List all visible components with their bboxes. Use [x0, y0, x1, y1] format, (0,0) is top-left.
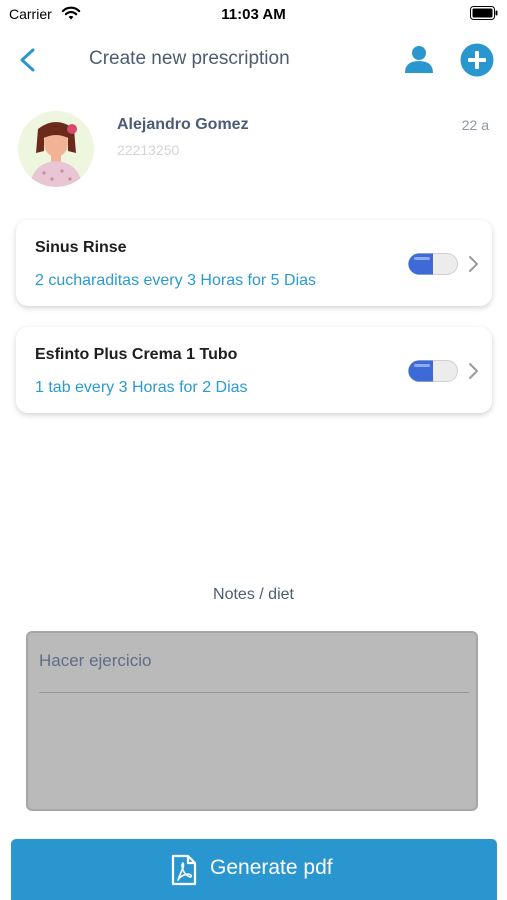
chevron-right-icon	[469, 363, 478, 379]
status-time: 11:03 AM	[221, 6, 286, 23]
back-chevron-icon[interactable]	[14, 44, 42, 76]
pill-icon	[408, 253, 458, 275]
notes-divider	[39, 692, 469, 693]
patient-id: 22213250	[117, 142, 180, 158]
patient-illustration	[30, 122, 82, 187]
notes-text[interactable]: Hacer ejercicio	[39, 651, 469, 671]
notes-label: Notes / diet	[213, 586, 294, 603]
page-title: Create new prescription	[89, 48, 290, 69]
battery-icon	[470, 6, 498, 20]
prescription-name: Sinus Rinse	[35, 239, 127, 256]
prescription-card[interactable]: Esfinto Plus Crema 1 Tubo 1 tab every 3 …	[16, 327, 492, 413]
status-bar: Carrier 11:03 AM	[0, 0, 507, 30]
patient-name: Alejandro Gomez	[117, 116, 249, 133]
prescription-card[interactable]: Sinus Rinse 2 cucharaditas every 3 Horas…	[16, 220, 492, 306]
generate-pdf-label: Generate pdf	[210, 856, 333, 879]
patient-age: 22 a	[461, 117, 489, 133]
person-icon[interactable]	[403, 43, 435, 75]
pdf-file-icon	[171, 854, 197, 886]
prescription-dosage: 2 cucharaditas every 3 Horas for 5 Dias	[35, 272, 317, 289]
pill-icon	[408, 360, 458, 382]
avatar	[18, 111, 94, 187]
chevron-right-icon	[469, 256, 478, 272]
add-circle-icon[interactable]	[460, 43, 494, 77]
notes-textarea[interactable]: Hacer ejercicio	[26, 631, 478, 811]
prescription-dosage: 1 tab every 3 Horas for 2 Dias	[35, 379, 248, 396]
prescription-name: Esfinto Plus Crema 1 Tubo	[35, 346, 238, 363]
generate-pdf-button[interactable]: Generate pdf	[11, 839, 497, 900]
